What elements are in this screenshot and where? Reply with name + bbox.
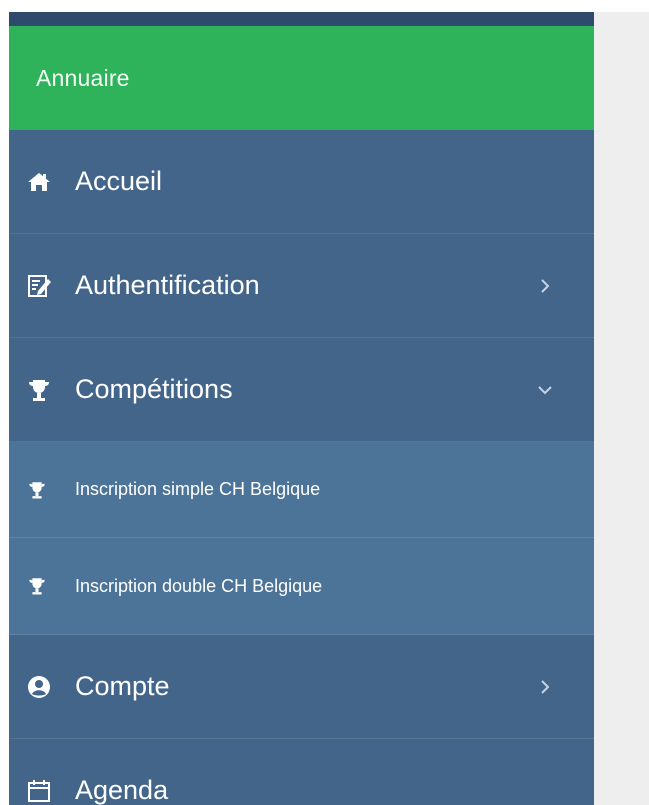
sidebar-item-accueil[interactable]: Accueil xyxy=(9,130,594,234)
home-icon xyxy=(26,169,52,195)
sidebar-item-compte[interactable]: Compte xyxy=(9,635,594,739)
sidebar-subitem-inscription-double[interactable]: Inscription double CH Belgique xyxy=(9,538,594,635)
calendar-icon xyxy=(26,778,52,804)
sidebar-item-label: Accueil xyxy=(75,166,163,196)
top-margin xyxy=(0,0,649,12)
sidebar-item-label: Compétitions xyxy=(75,374,233,404)
chevron-right-icon xyxy=(536,277,554,295)
sidebar-brand-annuaire[interactable]: Annuaire xyxy=(9,26,594,130)
sidebar-item-authentification[interactable]: Authentification xyxy=(9,234,594,338)
sidebar-top-strip xyxy=(9,12,594,26)
user-circle-icon xyxy=(26,674,52,700)
chevron-down-icon xyxy=(536,381,554,399)
trophy-icon xyxy=(27,576,47,596)
sidebar-item-label: Authentification xyxy=(75,270,260,300)
sidebar-item-label: Inscription simple CH Belgique xyxy=(75,479,321,499)
trophy-icon xyxy=(26,377,52,403)
main-content-area xyxy=(594,12,649,805)
chevron-right-icon xyxy=(536,678,554,696)
sidebar-brand-label: Annuaire xyxy=(36,64,130,91)
sidebar-item-agenda[interactable]: Agenda xyxy=(9,739,594,805)
sidebar-item-label: Agenda xyxy=(75,775,169,805)
sidebar-item-competitions[interactable]: Compétitions xyxy=(9,338,594,442)
edit-form-icon xyxy=(26,273,52,299)
sidebar: Annuaire Accueil Authentification Compét… xyxy=(9,12,594,805)
trophy-icon xyxy=(27,480,47,500)
sidebar-item-label: Inscription double CH Belgique xyxy=(75,575,323,596)
sidebar-item-label: Compte xyxy=(75,671,170,701)
sidebar-subitem-inscription-simple[interactable]: Inscription simple CH Belgique xyxy=(9,442,594,538)
